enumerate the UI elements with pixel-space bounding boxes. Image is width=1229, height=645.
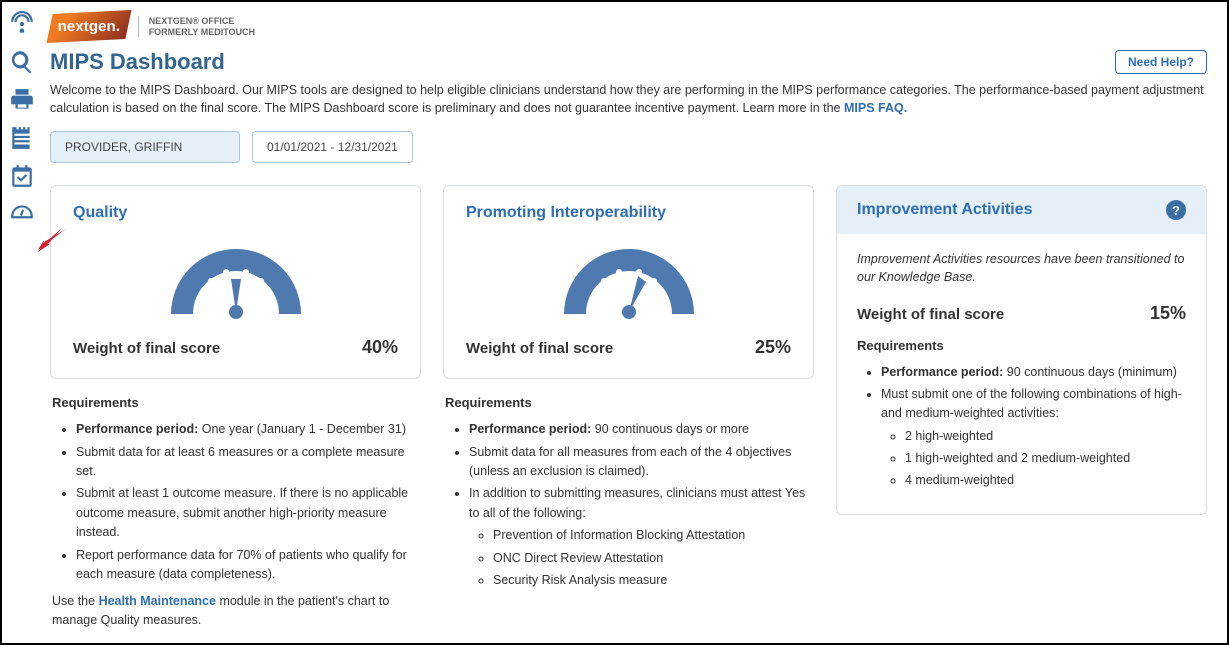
quality-requirements: Requirements Performance period: One yea…	[50, 395, 421, 630]
interop-sub-item: ONC Direct Review Attestation	[493, 549, 812, 568]
quality-req-item: Report performance data for 70% of patie…	[76, 546, 419, 585]
search-icon[interactable]	[8, 48, 36, 76]
quality-req-item: Submit at least 1 outcome measure. If th…	[76, 484, 419, 542]
improvement-card: Improvement Activities ? Improvement Act…	[836, 185, 1207, 515]
brand-sub-line2: FORMERLY MEDITOUCH	[149, 27, 255, 37]
interop-req-item: In addition to submitting measures, clin…	[469, 484, 812, 590]
improvement-note: Improvement Activities resources have be…	[857, 250, 1186, 286]
dashboard-gauge-icon[interactable]	[8, 200, 36, 228]
quality-weight-value: 40%	[362, 337, 398, 358]
quality-card[interactable]: Quality Weight of final score	[50, 185, 421, 379]
interop-req-item: Submit data for all measures from each o…	[469, 443, 812, 482]
perf-period-text: One year (January 1 - December 31)	[198, 422, 406, 436]
improvement-title: Improvement Activities	[857, 201, 1032, 219]
notes-icon[interactable]	[8, 124, 36, 152]
interop-column: Promoting Interoperability Weight of fi	[443, 185, 814, 598]
broadcast-icon[interactable]	[8, 10, 36, 38]
health-maintenance-link[interactable]: Health Maintenance	[99, 594, 216, 608]
date-range-selector[interactable]: 01/01/2021 - 12/31/2021	[252, 131, 413, 163]
gauge-icon	[466, 234, 791, 319]
main-content: nextgen. NEXTGEN® OFFICE FORMERLY MEDITO…	[42, 2, 1227, 643]
improvement-sub-item: 2 high-weighted	[905, 427, 1186, 446]
perf-period-label: Performance period:	[469, 422, 591, 436]
brand-sub-line1: NEXTGEN® OFFICE	[149, 16, 255, 26]
help-icon[interactable]: ?	[1166, 200, 1186, 220]
welcome-text: Welcome to the MIPS Dashboard. Our MIPS …	[50, 81, 1207, 117]
improvement-column: Improvement Activities ? Improvement Act…	[836, 185, 1207, 515]
improvement-sub-item: 1 high-weighted and 2 medium-weighted	[905, 449, 1186, 468]
quality-footnote: Use the Health Maintenance module in the…	[52, 592, 419, 630]
page-title: MIPS Dashboard	[50, 49, 225, 75]
quality-title: Quality	[73, 204, 398, 222]
print-icon[interactable]	[8, 86, 36, 114]
improvement-header: Improvement Activities ?	[837, 186, 1206, 234]
brand-logo: nextgen.	[46, 10, 131, 43]
interop-sub-item: Security Risk Analysis measure	[493, 571, 812, 590]
improvement-req-item: Must submit one of the following combina…	[881, 385, 1186, 491]
interop-bullet-lead: In addition to submitting measures, clin…	[469, 486, 805, 519]
interop-requirements: Requirements Performance period: 90 cont…	[443, 395, 814, 590]
improvement-weight-value: 15%	[1150, 303, 1186, 324]
mips-faq-link[interactable]: MIPS FAQ.	[844, 101, 907, 115]
improvement-req-heading: Requirements	[857, 338, 1186, 353]
brand-subtitle: NEXTGEN® OFFICE FORMERLY MEDITOUCH	[138, 16, 255, 37]
improvement-req-item: Performance period: 90 continuous days (…	[881, 363, 1186, 382]
improvement-bullet-lead: Must submit one of the following combina…	[881, 387, 1182, 420]
quality-req-item: Submit data for at least 6 measures or a…	[76, 443, 419, 482]
need-help-button[interactable]: Need Help?	[1115, 50, 1207, 74]
improvement-weight-label: Weight of final score	[857, 306, 1004, 323]
interop-weight-value: 25%	[755, 337, 791, 358]
interop-req-heading: Requirements	[445, 395, 812, 410]
interop-sub-item: Prevention of Information Blocking Attes…	[493, 526, 812, 545]
interop-req-item: Performance period: 90 continuous days o…	[469, 420, 812, 439]
brand-row: nextgen. NEXTGEN® OFFICE FORMERLY MEDITO…	[50, 12, 1207, 41]
interop-title: Promoting Interoperability	[466, 204, 791, 222]
interop-weight-label: Weight of final score	[466, 340, 613, 357]
quality-req-heading: Requirements	[52, 395, 419, 410]
provider-selector[interactable]: PROVIDER, GRIFFIN	[50, 131, 240, 163]
improvement-sub-item: 4 medium-weighted	[905, 471, 1186, 490]
perf-period-text: 90 continuous days or more	[591, 422, 749, 436]
perf-period-label: Performance period:	[881, 365, 1003, 379]
gauge-icon	[73, 234, 398, 319]
welcome-pre: Welcome to the MIPS Dashboard. Our MIPS …	[50, 83, 1204, 115]
perf-period-text: 90 continuous days (minimum)	[1003, 365, 1177, 379]
footnote-pre: Use the	[52, 594, 99, 608]
interop-card[interactable]: Promoting Interoperability Weight of fi	[443, 185, 814, 379]
quality-column: Quality Weight of final score	[50, 185, 421, 630]
brand-logo-text: nextgen.	[58, 18, 120, 35]
quality-req-item: Performance period: One year (January 1 …	[76, 420, 419, 439]
sidebar	[2, 2, 42, 643]
perf-period-label: Performance period:	[76, 422, 198, 436]
calendar-check-icon[interactable]	[8, 162, 36, 190]
quality-weight-label: Weight of final score	[73, 340, 220, 357]
